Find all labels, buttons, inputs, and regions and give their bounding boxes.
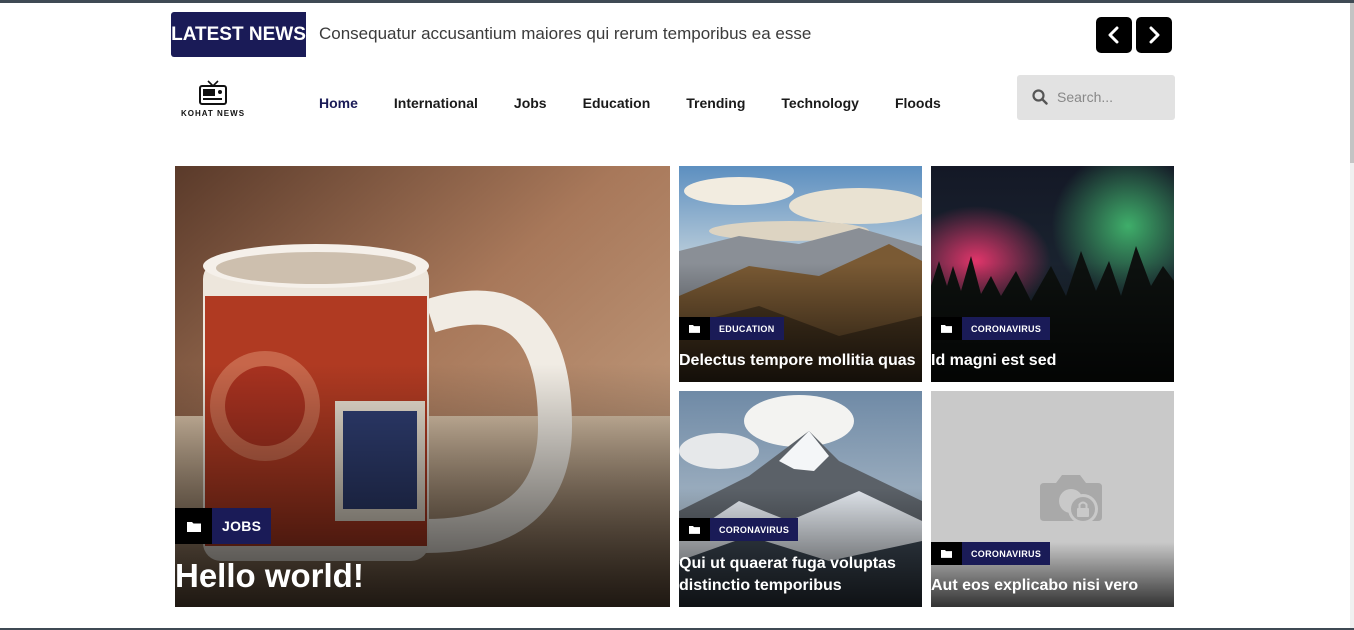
category-tag[interactable]: CORONAVIRUS bbox=[679, 518, 799, 541]
post-card-matterhorn[interactable]: CORONAVIRUS Qui ut quaerat fuga voluptas… bbox=[679, 391, 922, 607]
post-card-aurora[interactable]: CORONAVIRUS Id magni est sed bbox=[931, 166, 1174, 382]
scrollbar-thumb[interactable] bbox=[1350, 3, 1354, 163]
folder-icon bbox=[931, 317, 962, 340]
nav-item-technology[interactable]: Technology bbox=[781, 95, 859, 111]
ticker-headline[interactable]: Consequatur accusantium maiores qui reru… bbox=[319, 24, 811, 44]
nav-item-floods[interactable]: Floods bbox=[895, 95, 941, 111]
post-card-education[interactable]: EDUCATION Delectus tempore mollitia quas bbox=[679, 166, 922, 382]
nav-item-home[interactable]: Home bbox=[319, 95, 358, 111]
folder-icon bbox=[679, 518, 710, 541]
main-nav: Home International Jobs Education Trending Te… bbox=[319, 95, 977, 111]
site-logo[interactable]: KOHAT NEWS bbox=[172, 80, 254, 124]
latest-news-badge: LATEST NEWS bbox=[171, 12, 306, 57]
category-label[interactable]: JOBS bbox=[212, 508, 272, 544]
nav-item-education[interactable]: Education bbox=[583, 95, 651, 111]
folder-icon bbox=[175, 508, 212, 544]
ticker-prev-button[interactable] bbox=[1096, 17, 1132, 53]
category-tag[interactable]: JOBS bbox=[175, 508, 272, 544]
nav-item-trending[interactable]: Trending bbox=[686, 95, 745, 111]
category-tag[interactable]: EDUCATION bbox=[679, 317, 784, 340]
featured-post-card[interactable]: JOBS Hello world! bbox=[175, 166, 670, 607]
top-border bbox=[0, 0, 1354, 3]
search-box[interactable] bbox=[1017, 75, 1175, 120]
category-label[interactable]: CORONAVIRUS bbox=[962, 542, 1051, 565]
category-label[interactable]: EDUCATION bbox=[710, 317, 784, 340]
search-icon[interactable] bbox=[1032, 89, 1048, 105]
category-label[interactable]: CORONAVIRUS bbox=[710, 518, 799, 541]
page-scrollbar[interactable] bbox=[1350, 3, 1354, 628]
folder-icon bbox=[931, 542, 962, 565]
post-title[interactable]: Delectus tempore mollitia quas bbox=[679, 350, 916, 372]
ticker-next-button[interactable] bbox=[1136, 17, 1172, 53]
camera-lock-icon bbox=[1040, 475, 1102, 524]
logo-text: KOHAT NEWS bbox=[180, 109, 246, 118]
category-tag[interactable]: CORONAVIRUS bbox=[931, 542, 1051, 565]
tv-icon bbox=[199, 80, 227, 105]
chevron-right-icon bbox=[1149, 26, 1160, 44]
category-tag[interactable]: CORONAVIRUS bbox=[931, 317, 1051, 340]
search-input[interactable] bbox=[1057, 87, 1167, 107]
category-label[interactable]: CORONAVIRUS bbox=[962, 317, 1051, 340]
post-card-placeholder[interactable]: CORONAVIRUS Aut eos explicabo nisi vero bbox=[931, 391, 1174, 607]
nav-item-international[interactable]: International bbox=[394, 95, 478, 111]
post-title[interactable]: Aut eos explicabo nisi vero bbox=[931, 575, 1138, 597]
post-title[interactable]: Qui ut quaerat fuga voluptas distinctio … bbox=[679, 553, 922, 597]
post-title[interactable]: Id magni est sed bbox=[931, 350, 1056, 372]
nav-item-jobs[interactable]: Jobs bbox=[514, 95, 547, 111]
chevron-left-icon bbox=[1108, 26, 1119, 44]
post-title[interactable]: Hello world! bbox=[175, 556, 364, 596]
folder-icon bbox=[679, 317, 710, 340]
